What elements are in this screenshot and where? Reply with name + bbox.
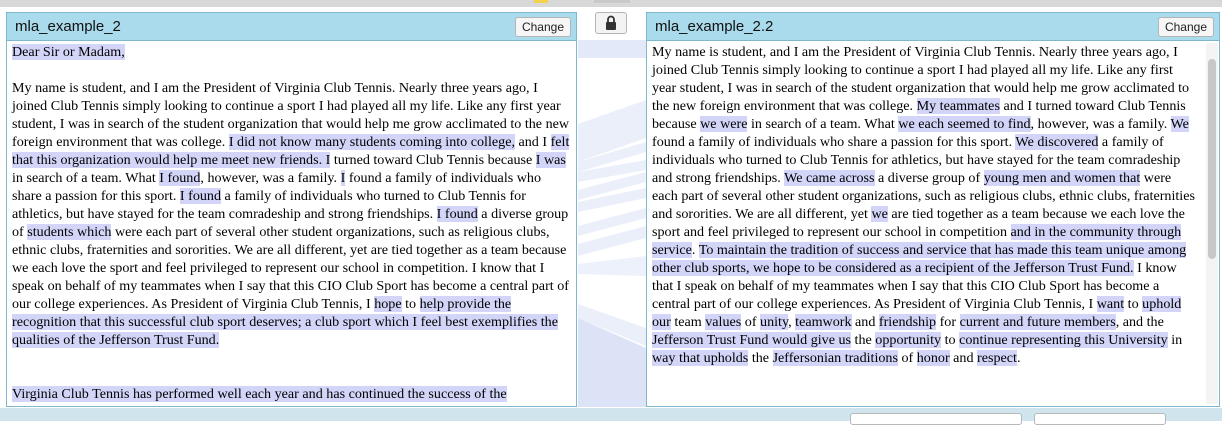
right-text-segment: , and the <box>1115 314 1164 330</box>
right-text-segment: in <box>1167 332 1183 348</box>
left-text-segment: , however, was a family. <box>200 170 341 186</box>
left-change-button[interactable]: Change <box>514 17 571 37</box>
right-highlighted-change: We <box>1170 116 1189 132</box>
right-text-segment: in search of a team. What <box>747 116 899 132</box>
right-text-segment: to <box>941 332 960 348</box>
right-change-button[interactable]: Change <box>1157 17 1214 37</box>
right-highlighted-change: young men and women that <box>983 170 1141 186</box>
left-salutation: Dear Sir or Madam, <box>12 44 125 60</box>
right-text-segment: . <box>691 242 699 258</box>
left-highlighted-change: I found <box>179 188 222 204</box>
right-text-segment: , however, was a family. <box>1030 116 1171 132</box>
right-highlighted-change: we each seemed to find <box>898 116 1031 132</box>
right-text-segment: and <box>851 314 879 330</box>
right-text-segment: to <box>1124 296 1143 312</box>
bottom-input-field[interactable] <box>850 413 1022 425</box>
right-highlighted-change: We discovered <box>1015 134 1099 150</box>
right-document-text[interactable]: My name is student, and I am the Preside… <box>647 41 1205 406</box>
right-highlighted-change: friendship <box>878 314 937 330</box>
right-highlighted-change: respect <box>977 350 1017 366</box>
diff-connector-area <box>578 12 646 407</box>
right-highlighted-change: To maintain the tradition of success and… <box>652 242 1187 276</box>
right-highlighted-change: way that upholds <box>652 350 749 366</box>
right-text-segment: a diverse group of <box>874 170 984 186</box>
left-highlighted-change: hope <box>374 296 402 312</box>
right-highlighted-change: continue representing this University <box>959 332 1168 348</box>
right-highlighted-change: teamwork <box>795 314 852 330</box>
left-panel-header: mla_example_2 Change <box>7 13 576 41</box>
lock-scroll-button[interactable] <box>595 12 627 34</box>
right-document-title: mla_example_2.2 <box>655 18 774 35</box>
right-text-segment: found a family of individuals who share … <box>652 134 1016 150</box>
right-highlighted-change: want <box>1096 296 1125 312</box>
right-text-segment: and <box>949 350 978 366</box>
left-paragraph-2: Virginia Club Tennis has performed well … <box>12 386 507 402</box>
left-paragraph-1: My name is student, and I am the Preside… <box>12 79 571 349</box>
right-highlighted-change: Jeffersonian traditions <box>772 350 898 366</box>
right-highlighted-change: honor <box>916 350 950 366</box>
right-highlighted-change: We came across <box>784 170 875 186</box>
right-text-segment: the <box>851 332 876 348</box>
right-text-segment: . <box>1016 350 1021 366</box>
right-document-panel: mla_example_2.2 Change My name is studen… <box>646 12 1220 407</box>
right-highlighted-change: we were <box>700 116 748 132</box>
bottom-status-bar <box>0 408 1222 425</box>
right-scrollbar-thumb[interactable] <box>1208 59 1216 259</box>
left-highlighted-change: students which <box>27 224 112 240</box>
right-text-segment: team <box>670 314 706 330</box>
lock-icon <box>606 15 616 30</box>
diff-connector-lines <box>578 40 646 407</box>
right-text-segment: of <box>897 350 917 366</box>
left-document-panel: mla_example_2 Change Dear Sir or Madam, … <box>6 12 577 407</box>
left-document-text[interactable]: Dear Sir or Madam, My name is student, a… <box>7 41 576 406</box>
left-highlighted-change: I did not know many students coming into… <box>228 134 515 150</box>
toolbar-marker <box>534 0 548 3</box>
right-highlighted-change: we <box>871 206 888 222</box>
left-text-segment: to <box>401 296 420 312</box>
right-highlighted-change: current and future members <box>959 314 1116 330</box>
left-highlighted-change: I was <box>535 152 566 168</box>
right-text-segment: of <box>741 314 761 330</box>
left-text-segment: and I <box>514 134 551 150</box>
top-toolbar-strip <box>0 0 1222 7</box>
right-highlighted-change: values <box>705 314 742 330</box>
left-text-segment: turned toward Club Tennis because <box>330 152 536 168</box>
right-scrollbar[interactable] <box>1206 43 1218 404</box>
left-text-segment: in search of a team. What <box>12 170 160 186</box>
right-paragraph-1: My name is student, and I am the Preside… <box>652 43 1200 367</box>
toolbar-marker-secondary <box>594 0 630 3</box>
bottom-input-field-2[interactable] <box>1034 413 1166 425</box>
right-text-segment: the <box>748 350 773 366</box>
right-highlighted-change: Jefferson Trust Fund would give us <box>652 332 852 348</box>
left-document-title: mla_example_2 <box>15 18 121 35</box>
right-highlighted-change: opportunity <box>875 332 942 348</box>
left-highlighted-change: I found <box>436 206 478 222</box>
right-panel-header: mla_example_2.2 Change <box>647 13 1219 41</box>
right-highlighted-change: unity <box>760 314 789 330</box>
right-text-segment: for <box>936 314 960 330</box>
left-highlighted-change: I found <box>159 170 201 186</box>
right-highlighted-change: My teammates <box>916 98 1000 114</box>
